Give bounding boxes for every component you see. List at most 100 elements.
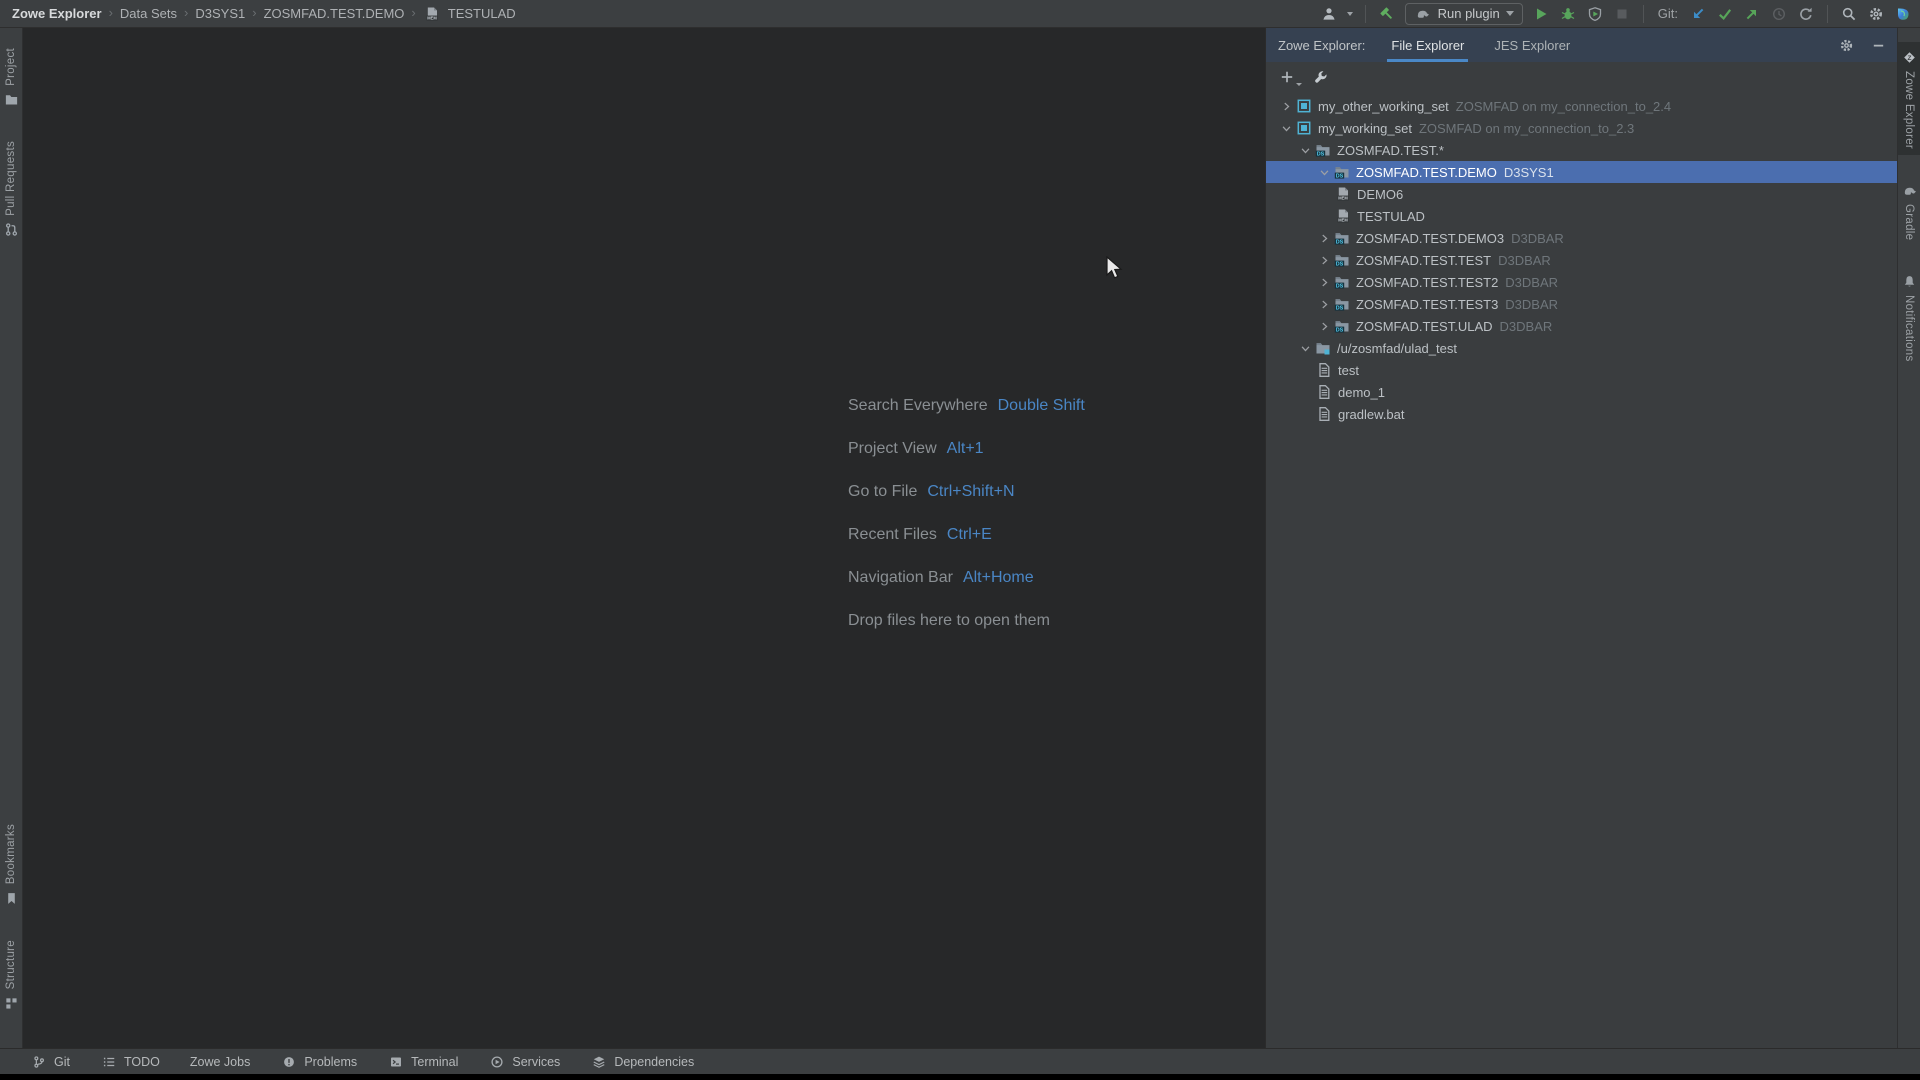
breadcrumb: Zowe Explorer›Data Sets›D3SYS1›ZOSMFAD.T… — [0, 5, 516, 23]
tree-row-zosmfad-test[interactable]: DSZOSMFAD.TEST.* — [1266, 139, 1897, 161]
tree-row-testulad[interactable]: MEMTESTULAD — [1266, 205, 1897, 227]
wrench-icon[interactable] — [1312, 68, 1330, 86]
panel-tab-file-explorer[interactable]: File Explorer — [1387, 28, 1468, 62]
chevron-down-icon — [1506, 11, 1514, 16]
settings-icon[interactable] — [1867, 5, 1885, 23]
tree-node-name: ZOSMFAD.TEST.DEMO — [1356, 165, 1497, 180]
tree-row-demo-1[interactable]: demo_1 — [1266, 381, 1897, 403]
status-bar-item-zowe-jobs[interactable]: Zowe Jobs — [190, 1055, 250, 1069]
chevron-down-icon[interactable] — [1297, 142, 1313, 158]
tool-window-button-notifications[interactable]: Notifications — [1898, 266, 1920, 368]
shortcut-key: Alt+Home — [963, 569, 1034, 587]
right-tool-stripe: Zowe ExplorerZ Gradle Notifications — [1897, 28, 1920, 1048]
tool-window-toolbar — [1266, 62, 1897, 92]
tree-row-zosmfad-test-test2[interactable]: DSZOSMFAD.TEST.TEST2D3DBAR — [1266, 271, 1897, 293]
breadcrumb-separator-icon: › — [411, 5, 415, 20]
svg-text:DS: DS — [1336, 261, 1344, 267]
toolbar-separator — [1643, 5, 1644, 23]
chevron-right-icon[interactable] — [1316, 296, 1332, 312]
tool-window-button-bookmarks[interactable]: Bookmarks — [0, 818, 23, 913]
run-configuration-dropdown[interactable]: Run plugin — [1405, 3, 1523, 25]
panel-tab-jes-explorer[interactable]: JES Explorer — [1490, 28, 1574, 62]
tool-window-button-project[interactable]: Project — [0, 42, 23, 115]
breadcrumb-item[interactable]: Zowe Explorer — [12, 6, 102, 21]
gradle-icon — [1900, 181, 1918, 199]
chevron-down-icon[interactable] — [1278, 120, 1294, 136]
chevron-right-icon[interactable] — [1316, 230, 1332, 246]
tree-row-my-working-set[interactable]: my_working_setZOSMFAD on my_connection_t… — [1266, 117, 1897, 139]
debug-icon[interactable] — [1559, 5, 1577, 23]
status-bar-item-services[interactable]: Services — [488, 1053, 560, 1071]
status-bar-item-todo[interactable]: TODO — [100, 1053, 160, 1071]
status-bar-item-git[interactable]: Git — [30, 1053, 70, 1071]
tree-row-zosmfad-test-test[interactable]: DSZOSMFAD.TEST.TESTD3DBAR — [1266, 249, 1897, 271]
tree-node-name: demo_1 — [1338, 385, 1385, 400]
tree-row-my-other-working-set[interactable]: my_other_working_setZOSMFAD on my_connec… — [1266, 95, 1897, 117]
terminal-icon — [387, 1053, 405, 1071]
user-icon[interactable] — [1320, 5, 1338, 23]
member-file-icon: MEM — [1335, 208, 1351, 224]
search-icon[interactable] — [1840, 5, 1858, 23]
git-widget-label: Git: — [1658, 6, 1678, 21]
shortcut-hint-row: Recent FilesCtrl+E — [848, 513, 1085, 556]
git-push-icon[interactable] — [1743, 5, 1761, 23]
tool-window-button-gradle[interactable]: Gradle — [1898, 175, 1920, 246]
minimize-icon[interactable] — [1869, 36, 1887, 54]
tree-node-secondary-label: D3DBAR — [1511, 231, 1564, 246]
tool-window-button-label: Structure — [5, 940, 17, 989]
dataset-folder-icon: DS — [1315, 142, 1331, 158]
chevron-right-icon[interactable] — [1316, 318, 1332, 334]
tree-row-zosmfad-test-demo3[interactable]: DSZOSMFAD.TEST.DEMO3D3DBAR — [1266, 227, 1897, 249]
tree-row-zosmfad-test-demo[interactable]: DSZOSMFAD.TEST.DEMOD3SYS1 — [1266, 161, 1897, 183]
status-bar-item-dependencies[interactable]: Dependencies — [590, 1053, 694, 1071]
tool-window-button-zowe-explorer[interactable]: Zowe ExplorerZ — [1898, 42, 1920, 155]
stop-icon[interactable] — [1613, 5, 1631, 23]
run-configuration-label: Run plugin — [1438, 6, 1500, 21]
chevron-right-icon[interactable] — [1316, 252, 1332, 268]
breadcrumb-item[interactable]: ZOSMFAD.TEST.DEMO — [264, 6, 405, 21]
breadcrumb-item[interactable]: Data Sets — [120, 6, 177, 21]
tree-row-test[interactable]: test — [1266, 359, 1897, 381]
tree-row-u-zosmfad-ulad-test[interactable]: /u/zosmfad/ulad_test — [1266, 337, 1897, 359]
tree-node-name: my_other_working_set — [1318, 99, 1449, 114]
shortcut-hint-row: Navigation BarAlt+Home — [848, 556, 1085, 599]
shortcut-hint-row: Search EverywhereDouble Shift — [848, 384, 1085, 427]
breadcrumb-item[interactable]: TESTULAD — [448, 6, 516, 21]
uss-file-icon — [1316, 384, 1332, 400]
tree-row-zosmfad-test-ulad[interactable]: DSZOSMFAD.TEST.ULADD3DBAR — [1266, 315, 1897, 337]
settings-icon[interactable] — [1837, 36, 1855, 54]
tool-window-button-structure[interactable]: Structure — [0, 934, 23, 1018]
shortcut-key: Double Shift — [998, 397, 1085, 415]
build-hammer-icon[interactable] — [1378, 5, 1396, 23]
git-update-icon[interactable] — [1689, 5, 1707, 23]
tool-window-title: Zowe Explorer: — [1278, 38, 1365, 53]
status-bar-item-label: Terminal — [411, 1055, 458, 1069]
coverage-icon[interactable] — [1586, 5, 1604, 23]
left-stripe-top-group: Project Pull Requests — [0, 42, 22, 245]
tree-row-gradlew-bat[interactable]: gradlew.bat — [1266, 403, 1897, 425]
chevron-down-icon[interactable] — [1316, 164, 1332, 180]
working-set-icon — [1296, 98, 1312, 114]
status-bar-item-problems[interactable]: Problems — [280, 1053, 357, 1071]
tree-row-demo6[interactable]: MEMDEMO6 — [1266, 183, 1897, 205]
chevron-right-icon[interactable] — [1316, 274, 1332, 290]
run-icon[interactable] — [1532, 5, 1550, 23]
svg-text:DS: DS — [1336, 327, 1344, 333]
plus-icon[interactable] — [1278, 68, 1296, 86]
status-bar-item-terminal[interactable]: Terminal — [387, 1053, 458, 1071]
dependencies-icon — [590, 1053, 608, 1071]
dataset-folder-icon: DS — [1334, 274, 1350, 290]
tool-window-button-pull-requests[interactable]: Pull Requests — [0, 135, 23, 245]
rollback-icon[interactable] — [1797, 5, 1815, 23]
tool-window-button-label: Bookmarks — [5, 824, 17, 884]
git-commit-icon[interactable] — [1716, 5, 1734, 23]
shortcut-action-label: Recent Files — [848, 526, 937, 544]
chevron-down-icon[interactable] — [1297, 340, 1313, 356]
breadcrumb-item[interactable]: D3SYS1 — [195, 6, 245, 21]
shortcut-key: Alt+1 — [947, 440, 984, 458]
ide-sphere-icon[interactable] — [1894, 5, 1912, 23]
chevron-down-icon — [1296, 83, 1302, 86]
history-icon[interactable] — [1770, 5, 1788, 23]
chevron-right-icon[interactable] — [1278, 98, 1294, 114]
tree-row-zosmfad-test-test3[interactable]: DSZOSMFAD.TEST.TEST3D3DBAR — [1266, 293, 1897, 315]
